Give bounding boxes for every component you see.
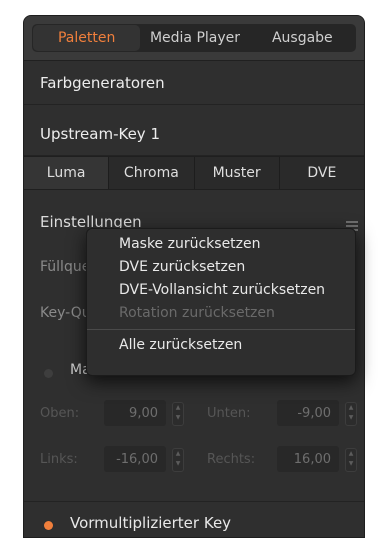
bottom-value-field[interactable]: -9,00 <box>277 400 339 426</box>
fill-source-label: Füllque <box>40 259 91 275</box>
tab-dve[interactable]: DVE <box>279 157 364 189</box>
menu-item-reset-dve[interactable]: DVE zurücksetzen <box>87 256 355 279</box>
left-label: Links: <box>40 452 78 467</box>
top-stepper[interactable]: ▲ ▼ <box>172 402 184 426</box>
bottom-label: Unten: <box>207 406 251 421</box>
premultiplied-label: Vormultiplizierter Key <box>70 514 232 532</box>
tab-paletten[interactable]: Paletten <box>33 25 141 51</box>
right-label: Rechts: <box>207 452 256 467</box>
left-value-field[interactable]: -16,00 <box>104 446 166 472</box>
tab-luma[interactable]: Luma <box>24 157 110 189</box>
divider <box>24 501 364 502</box>
top-label: Oben: <box>40 406 80 421</box>
right-value-field[interactable]: 16,00 <box>277 446 339 472</box>
tab-muster[interactable]: Muster <box>194 157 280 189</box>
key-source-label: Key-Qu <box>40 305 91 321</box>
upstream-key-header[interactable]: Upstream-Key 1 <box>24 112 364 156</box>
key-type-tabs: Luma Chroma Muster DVE <box>24 156 364 190</box>
tab-media-player[interactable]: Media Player <box>141 24 248 52</box>
menu-item-reset-dve-full[interactable]: DVE-Vollansicht zurücksetzen <box>87 279 355 302</box>
right-stepper[interactable]: ▲ ▼ <box>345 448 357 472</box>
menu-item-reset-all[interactable]: Alle zurücksetzen <box>87 334 355 357</box>
menu-separator <box>87 329 355 330</box>
tab-ausgabe[interactable]: Ausgabe <box>249 24 356 52</box>
menu-item-reset-rotation: Rotation zurücksetzen <box>119 305 275 321</box>
context-menu: Maske zurücksetzen DVE zurücksetzen DVE-… <box>86 228 356 376</box>
top-value-field[interactable]: 9,00 <box>104 400 166 426</box>
left-stepper[interactable]: ▲ ▼ <box>172 448 184 472</box>
menu-item-reset-mask[interactable]: Maske zurücksetzen <box>87 233 355 256</box>
color-generators-title: Farbgeneratoren <box>40 73 165 92</box>
top-tabs: Paletten Media Player Ausgabe <box>32 24 356 52</box>
top-tab-bar: Paletten Media Player Ausgabe <box>24 16 364 61</box>
upstream-key-title: Upstream-Key 1 <box>40 124 160 143</box>
bottom-stepper[interactable]: ▲ ▼ <box>345 402 357 426</box>
mask-radio[interactable] <box>44 369 53 378</box>
tab-chroma[interactable]: Chroma <box>109 157 195 189</box>
premultiplied-radio[interactable] <box>44 521 53 530</box>
color-generators-header[interactable]: Farbgeneratoren <box>24 61 364 105</box>
